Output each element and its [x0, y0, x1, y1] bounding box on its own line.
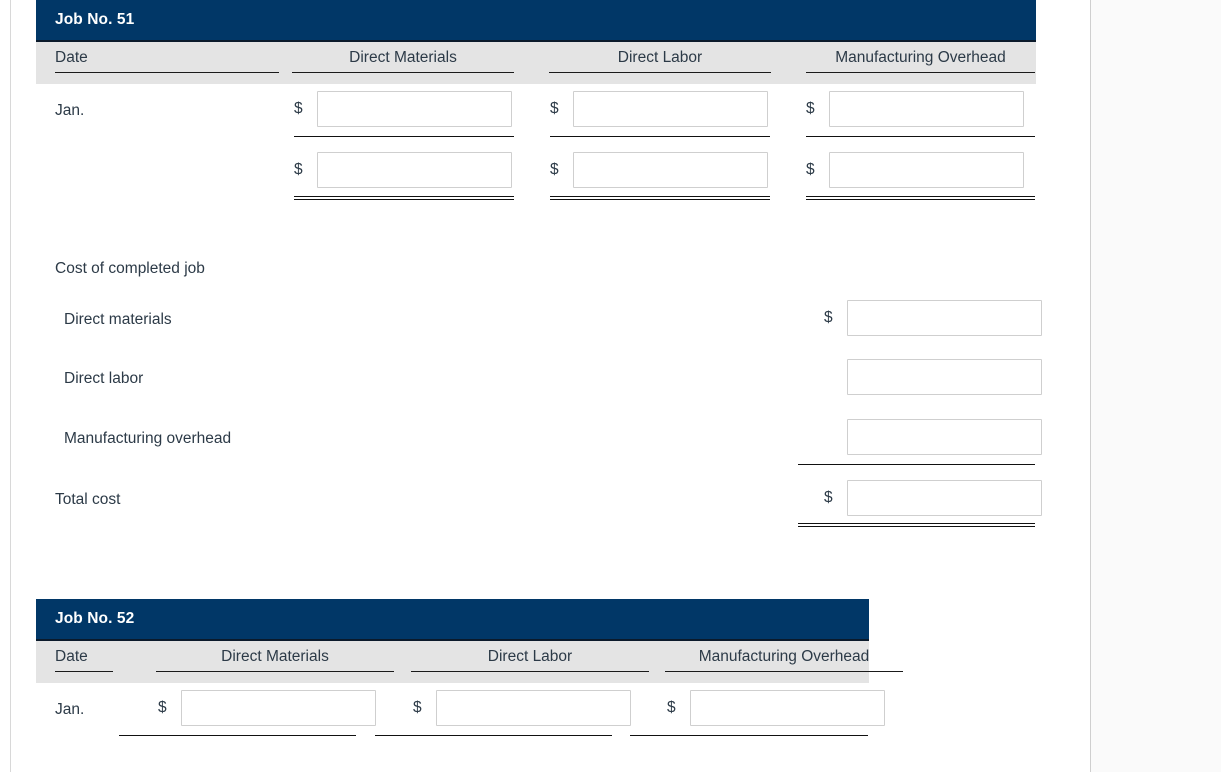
job-51-body: Jan. $ $ $ $ $ $ Cost of completed job D… — [36, 84, 1042, 599]
job-52-title: Job No. 52 — [55, 610, 135, 627]
job-51-summary-item-manufacturing-overhead-cell: $ — [824, 419, 1042, 455]
job-52-row-1-labor-rule — [375, 735, 612, 736]
job-51-total-cost-input[interactable] — [846, 480, 1042, 516]
job-51-row-1-materials-rule — [294, 136, 514, 137]
job-52-body: Jan. $ $ $ — [36, 683, 885, 773]
job-51-summary-item-direct-labor-label: Direct labor — [64, 370, 144, 387]
dollar-sign: $ — [667, 699, 676, 717]
job-51-row-2-labor-cell: $ — [550, 152, 768, 188]
job-51-total-cost-rule — [798, 523, 1035, 527]
job-52-title-bar: Job No. 52 — [36, 599, 869, 641]
job-52-header-direct-materials: Direct Materials — [156, 648, 394, 672]
job-51-row-1-labor-cell: $ — [550, 91, 768, 127]
page-right-gutter — [1091, 0, 1221, 772]
dollar-sign: $ — [413, 699, 422, 717]
job-51-header-direct-labor: Direct Labor — [549, 49, 771, 73]
job-51-summary-manufacturing-overhead-input[interactable] — [846, 419, 1042, 455]
job-51-row-1-overhead-input[interactable] — [828, 91, 1024, 127]
job-52-row-1-overhead-cell: $ — [667, 690, 885, 726]
dollar-sign: $ — [550, 100, 559, 118]
dollar-sign: $ — [550, 161, 559, 179]
dollar-sign: $ — [158, 699, 167, 717]
job-52-header-date: Date — [55, 648, 113, 672]
job-52-row-1-labor-input[interactable] — [435, 690, 631, 726]
job-52-row-1-overhead-input[interactable] — [689, 690, 885, 726]
job-52-row-1-materials-cell: $ — [158, 690, 376, 726]
job-52-column-headers: Date Direct Materials Direct Labor Manuf… — [36, 641, 903, 683]
page-root: Job No. 51 Date Direct Materials Direct … — [0, 0, 1221, 773]
job-51-row-1-materials-input[interactable] — [316, 91, 512, 127]
job-51-total-cost-cell: $ — [824, 480, 1042, 516]
job-51-row-1-overhead-rule — [806, 136, 1035, 137]
dollar-sign: $ — [824, 309, 833, 327]
job-51-row-2-materials-input[interactable] — [316, 152, 512, 188]
job-52-header-direct-labor: Direct Labor — [411, 648, 649, 672]
job-51-row-1-labor-input[interactable] — [572, 91, 768, 127]
job-51-row-1-overhead-cell: $ — [806, 91, 1024, 127]
dollar-sign: $ — [824, 489, 833, 507]
job-51-total-cost-label: Total cost — [55, 491, 121, 508]
job-51-row-1-date: Jan. — [55, 102, 85, 119]
job-51-column-headers: Date Direct Materials Direct Labor Manuf… — [36, 42, 1036, 84]
dollar-sign: $ — [294, 161, 303, 179]
job-51-summary-item-direct-materials-label: Direct materials — [64, 311, 172, 328]
job-51-header-date: Date — [55, 49, 279, 73]
job-51-title-bar: Job No. 51 — [36, 0, 1036, 42]
job-51-summary-item-direct-materials-cell: $ — [824, 300, 1042, 336]
job-51-summary-direct-materials-input[interactable] — [846, 300, 1042, 336]
job-51-row-1-materials-cell: $ — [294, 91, 512, 127]
job-card-52: Job No. 52 Date Direct Materials Direct … — [36, 599, 903, 773]
job-51-summary-direct-labor-input[interactable] — [846, 359, 1042, 395]
dollar-sign: $ — [806, 100, 815, 118]
job-51-row-2-overhead-rule — [806, 196, 1035, 200]
job-51-row-2-labor-input[interactable] — [572, 152, 768, 188]
job-51-row-2-overhead-input[interactable] — [828, 152, 1024, 188]
job-51-summary-subtotal-rule — [798, 464, 1035, 465]
job-51-row-1-labor-rule — [550, 136, 770, 137]
job-51-row-2-materials-rule — [294, 196, 514, 200]
job-51-row-2-labor-rule — [550, 196, 770, 200]
job-card-51: Job No. 51 Date Direct Materials Direct … — [36, 0, 1042, 599]
job-52-row-1-materials-input[interactable] — [180, 690, 376, 726]
job-51-row-2-overhead-cell: $ — [806, 152, 1024, 188]
dollar-sign: $ — [294, 100, 303, 118]
page-left-border — [10, 0, 11, 772]
job-51-title: Job No. 51 — [55, 11, 135, 28]
job-52-row-1-labor-cell: $ — [413, 690, 631, 726]
job-51-summary-heading: Cost of completed job — [55, 260, 205, 277]
job-51-summary-item-manufacturing-overhead-label: Manufacturing overhead — [64, 430, 232, 447]
dollar-sign: $ — [806, 161, 815, 179]
job-51-header-direct-materials: Direct Materials — [292, 49, 514, 73]
worksheet-content: Job No. 51 Date Direct Materials Direct … — [36, 0, 1076, 773]
job-51-row-2-materials-cell: $ — [294, 152, 512, 188]
job-52-header-manufacturing-overhead: Manufacturing Overhead — [665, 648, 903, 672]
job-52-row-1-overhead-rule — [630, 735, 868, 736]
job-51-header-manufacturing-overhead: Manufacturing Overhead — [806, 49, 1035, 73]
job-52-row-1-date: Jan. — [55, 701, 85, 718]
job-52-row-1-materials-rule — [119, 735, 356, 736]
job-51-summary-item-direct-labor-cell: $ — [824, 359, 1042, 395]
